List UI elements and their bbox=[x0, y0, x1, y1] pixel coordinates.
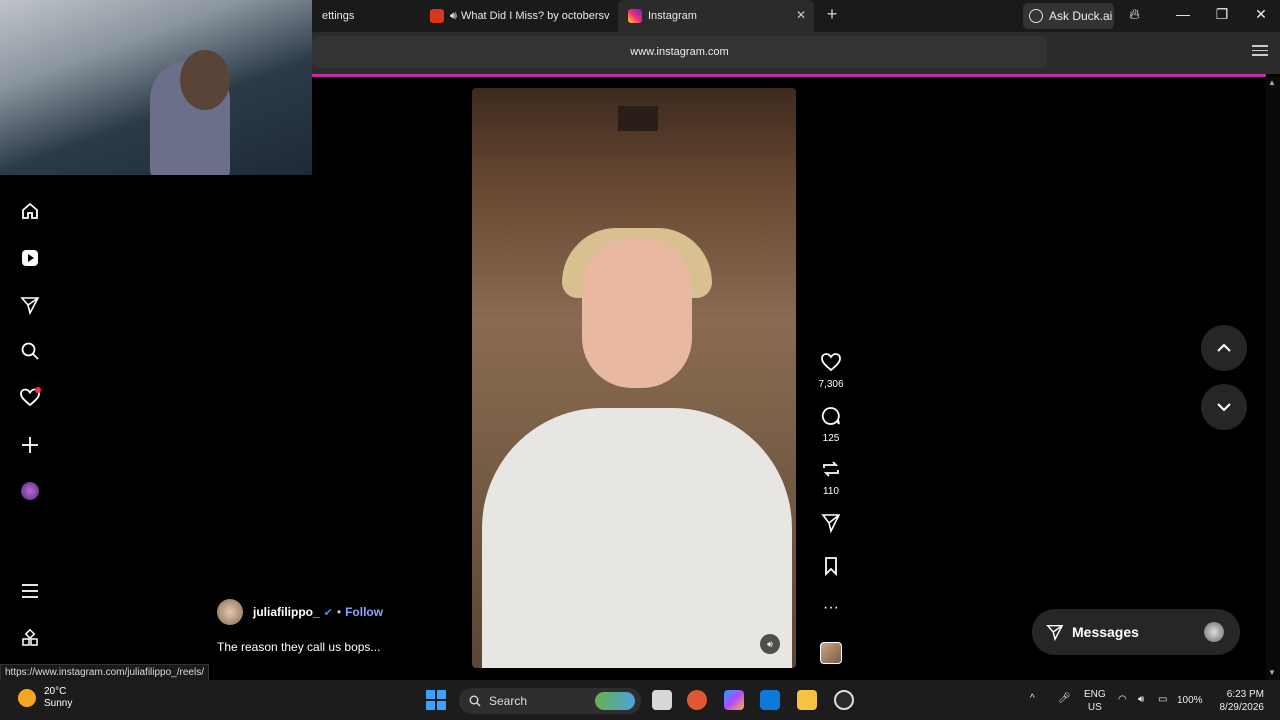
tab-label: What Did I Miss? by octobersv bbox=[460, 10, 610, 22]
start-button[interactable] bbox=[426, 690, 446, 710]
language-indicator[interactable]: ENG US bbox=[1084, 688, 1106, 714]
messages-label: Messages bbox=[1072, 624, 1139, 640]
show-hidden-icons[interactable]: ^ bbox=[1030, 692, 1035, 705]
comment-count: 125 bbox=[822, 433, 840, 444]
video-subject-face bbox=[582, 238, 692, 388]
direct-messages-icon[interactable] bbox=[18, 293, 42, 317]
weather-temp: 20°C bbox=[44, 686, 67, 697]
chat-icon bbox=[1029, 9, 1043, 23]
date: 8/29/2026 bbox=[1219, 702, 1265, 713]
repost-count: 110 bbox=[823, 486, 839, 497]
sun-icon bbox=[18, 689, 36, 707]
home-icon[interactable] bbox=[18, 199, 42, 223]
lang-bottom: US bbox=[1087, 702, 1102, 713]
wifi-icon[interactable]: ◠ bbox=[1118, 693, 1127, 706]
clock[interactable]: 6:23 PM 8/29/2026 bbox=[1214, 688, 1265, 714]
instagram-icon bbox=[628, 9, 642, 23]
taskbar-search[interactable]: Search bbox=[459, 688, 641, 714]
scrollbar[interactable] bbox=[1266, 77, 1280, 680]
mute-toggle-icon[interactable]: 🔊︎ bbox=[760, 634, 780, 654]
copilot-icon[interactable] bbox=[724, 690, 744, 710]
battery-icon[interactable]: ▭ bbox=[1158, 693, 1167, 706]
soundcloud-icon bbox=[430, 9, 444, 23]
repost-button[interactable]: 110 bbox=[815, 459, 847, 497]
search-highlight-image bbox=[595, 692, 635, 710]
more-options-icon[interactable]: ··· bbox=[815, 598, 847, 618]
reel-video[interactable] bbox=[472, 88, 796, 668]
browser-menu-icon[interactable] bbox=[1252, 45, 1268, 59]
audio-thumbnail[interactable] bbox=[820, 642, 842, 664]
webcam-head bbox=[180, 50, 230, 110]
store-icon[interactable] bbox=[760, 690, 780, 710]
verified-badge-icon: ✔ bbox=[323, 606, 333, 619]
weather-condition: Sunny bbox=[44, 698, 73, 709]
file-explorer-icon[interactable] bbox=[797, 690, 817, 710]
lang-top: ENG bbox=[1084, 689, 1106, 700]
url-text: www.instagram.com bbox=[630, 46, 729, 58]
close-window-button[interactable]: ✕ bbox=[1251, 6, 1271, 23]
webcam-overlay bbox=[0, 0, 312, 175]
like-count: 7,306 bbox=[818, 379, 844, 390]
volume-icon[interactable]: 🔊︎ bbox=[1138, 693, 1144, 706]
search-label: Search bbox=[489, 694, 528, 708]
profile-avatar[interactable] bbox=[18, 479, 42, 503]
separator-dot: • bbox=[336, 605, 342, 619]
duckduckgo-browser-icon[interactable] bbox=[687, 690, 707, 710]
reels-icon[interactable] bbox=[18, 246, 42, 270]
tab-instagram[interactable]: Instagram ✕ bbox=[618, 0, 814, 32]
fire-icon[interactable]: 🔥︎ bbox=[1129, 6, 1140, 23]
task-view-icon[interactable] bbox=[652, 690, 672, 710]
reel-author: juliafilippo_ ✔ • Follow bbox=[217, 599, 383, 625]
previous-reel-button[interactable] bbox=[1201, 325, 1247, 371]
author-username[interactable]: juliafilippo_ bbox=[253, 605, 320, 619]
scroll-up-icon[interactable]: ▲ bbox=[1268, 78, 1276, 87]
restore-button[interactable]: ❐ bbox=[1212, 6, 1232, 23]
messages-avatar bbox=[1204, 622, 1224, 642]
ask-duck-label: Ask Duck.ai bbox=[1049, 9, 1113, 23]
save-bookmark-icon[interactable] bbox=[815, 556, 847, 581]
address-bar[interactable]: www.instagram.com bbox=[312, 36, 1047, 68]
reel-caption[interactable]: The reason they call us bops... bbox=[217, 640, 380, 654]
tab-label: ettings bbox=[322, 10, 355, 22]
weather-widget[interactable]: 20°C Sunny bbox=[18, 686, 72, 710]
direct-icon bbox=[1046, 624, 1064, 641]
search-icon bbox=[469, 695, 481, 707]
microphone-icon[interactable]: 🎤︎ bbox=[1058, 692, 1071, 705]
tab-song[interactable]: 🔊︎ What Did I Miss? by octobersv bbox=[420, 0, 616, 32]
next-reel-button[interactable] bbox=[1201, 384, 1247, 430]
also-from-meta-icon[interactable] bbox=[18, 626, 42, 650]
follow-button[interactable]: Follow bbox=[345, 605, 383, 619]
like-button[interactable]: 7,306 bbox=[815, 352, 847, 390]
tab-settings[interactable]: ettings bbox=[312, 0, 416, 32]
notifications-heart-icon[interactable] bbox=[18, 386, 42, 410]
close-tab-icon[interactable]: ✕ bbox=[796, 8, 806, 22]
messages-button[interactable]: Messages bbox=[1032, 609, 1240, 655]
search-icon[interactable] bbox=[18, 339, 42, 363]
author-avatar[interactable] bbox=[217, 599, 243, 625]
tab-label: Instagram bbox=[648, 10, 697, 22]
obs-icon[interactable] bbox=[834, 690, 854, 710]
video-subject-body bbox=[482, 408, 792, 668]
share-icon[interactable] bbox=[815, 513, 847, 538]
video-background bbox=[618, 106, 658, 131]
scroll-down-icon[interactable]: ▼ bbox=[1268, 668, 1276, 677]
speaker-icon: 🔊︎ bbox=[450, 9, 457, 22]
create-plus-icon[interactable] bbox=[18, 433, 42, 457]
more-menu-icon[interactable] bbox=[18, 579, 42, 603]
battery-percent: 100% bbox=[1177, 695, 1203, 706]
ask-duck-button[interactable]: Ask Duck.ai bbox=[1023, 3, 1114, 29]
minimize-button[interactable]: — bbox=[1173, 6, 1193, 22]
new-tab-button[interactable]: + bbox=[822, 4, 842, 25]
comment-button[interactable]: 125 bbox=[815, 406, 847, 444]
time: 6:23 PM bbox=[1226, 689, 1264, 700]
